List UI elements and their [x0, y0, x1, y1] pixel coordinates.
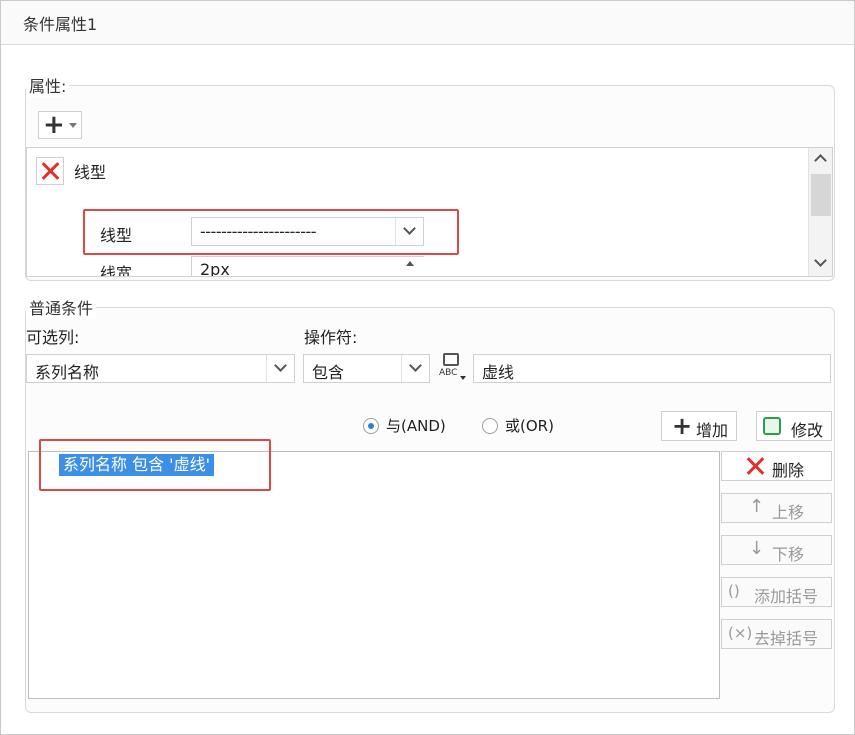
condition-properties-dialog: 条件属性1 属性: + 线型 线型 ----------------------… [0, 0, 855, 735]
operator-value: 包含 [312, 363, 345, 382]
or-radio[interactable] [482, 418, 498, 434]
scroll-up-icon[interactable] [814, 154, 827, 167]
chevron-down-icon [274, 359, 287, 372]
remove-parentheses-button[interactable]: (×) 去掉括号 [721, 619, 832, 649]
caret-down-icon [69, 123, 77, 128]
operator-label: 操作符: [304, 328, 358, 347]
add-parentheses-label: 添加括号 [754, 587, 819, 606]
move-up-label: 上移 [772, 503, 805, 522]
close-icon [41, 162, 59, 180]
value-input[interactable]: 虚线 [473, 354, 831, 383]
property-name: 线型 [74, 163, 107, 182]
value-type-button[interactable]: ABC [437, 352, 467, 382]
remove-parentheses-icon: (×) [728, 624, 753, 642]
move-down-button[interactable]: ↓ 下移 [721, 535, 832, 565]
and-radio[interactable] [363, 418, 379, 434]
column-select[interactable]: 系列名称 [26, 354, 295, 383]
operator-dropdown-arrow[interactable] [401, 355, 429, 382]
spinner-up-icon[interactable] [406, 261, 414, 266]
or-radio-label[interactable]: 或(OR) [505, 415, 554, 436]
line-width-spinner[interactable]: 2px [191, 256, 424, 277]
delete-icon [746, 457, 764, 475]
formula-brush-icon [443, 353, 459, 366]
plus-icon: + [43, 110, 65, 140]
add-parentheses-button[interactable]: () 添加括号 [721, 577, 832, 607]
add-condition-button[interactable]: + 增加 [661, 411, 737, 441]
arrow-down-icon: ↓ [749, 538, 765, 559]
delete-condition-label: 删除 [772, 461, 805, 480]
move-up-button[interactable]: ↑ 上移 [721, 493, 832, 523]
scroll-thumb[interactable] [811, 174, 831, 216]
modify-condition-label: 修改 [791, 421, 824, 440]
remove-property-button[interactable] [36, 157, 64, 185]
move-down-label: 下移 [772, 545, 805, 564]
modify-gear-icon [763, 417, 781, 435]
line-type-highlight [83, 209, 459, 255]
abc-icon: ABC [439, 368, 458, 378]
parentheses-icon: () [728, 582, 740, 600]
condition-highlight [39, 439, 271, 491]
condition-legend: 普通条件 [26, 295, 97, 319]
column-dropdown-arrow[interactable] [266, 355, 294, 382]
add-property-dropdown-button[interactable]: + [38, 110, 82, 140]
column-label: 可选列: [26, 328, 80, 347]
property-list-scrollbar[interactable] [808, 148, 832, 276]
caret-down-icon [460, 376, 466, 380]
modify-condition-button[interactable]: 修改 [756, 411, 832, 441]
title-bar: 条件属性1 [1, 1, 854, 45]
column-value: 系列名称 [35, 363, 100, 382]
remove-parentheses-label: 去掉括号 [754, 629, 819, 648]
plus-icon: + [672, 412, 693, 440]
scroll-down-icon[interactable] [814, 254, 827, 267]
and-radio-label[interactable]: 与(AND) [386, 415, 446, 436]
delete-condition-button[interactable]: 删除 [721, 451, 832, 481]
arrow-up-icon: ↑ [749, 496, 765, 517]
chevron-down-icon [409, 359, 422, 372]
value-input-text: 虚线 [482, 363, 515, 382]
properties-legend: 属性: [26, 73, 70, 97]
window-title: 条件属性1 [23, 15, 98, 34]
add-condition-label: 增加 [696, 421, 729, 440]
line-width-label: 线宽 [100, 264, 133, 277]
operator-select[interactable]: 包含 [303, 354, 430, 383]
line-width-value: 2px [200, 260, 230, 277]
